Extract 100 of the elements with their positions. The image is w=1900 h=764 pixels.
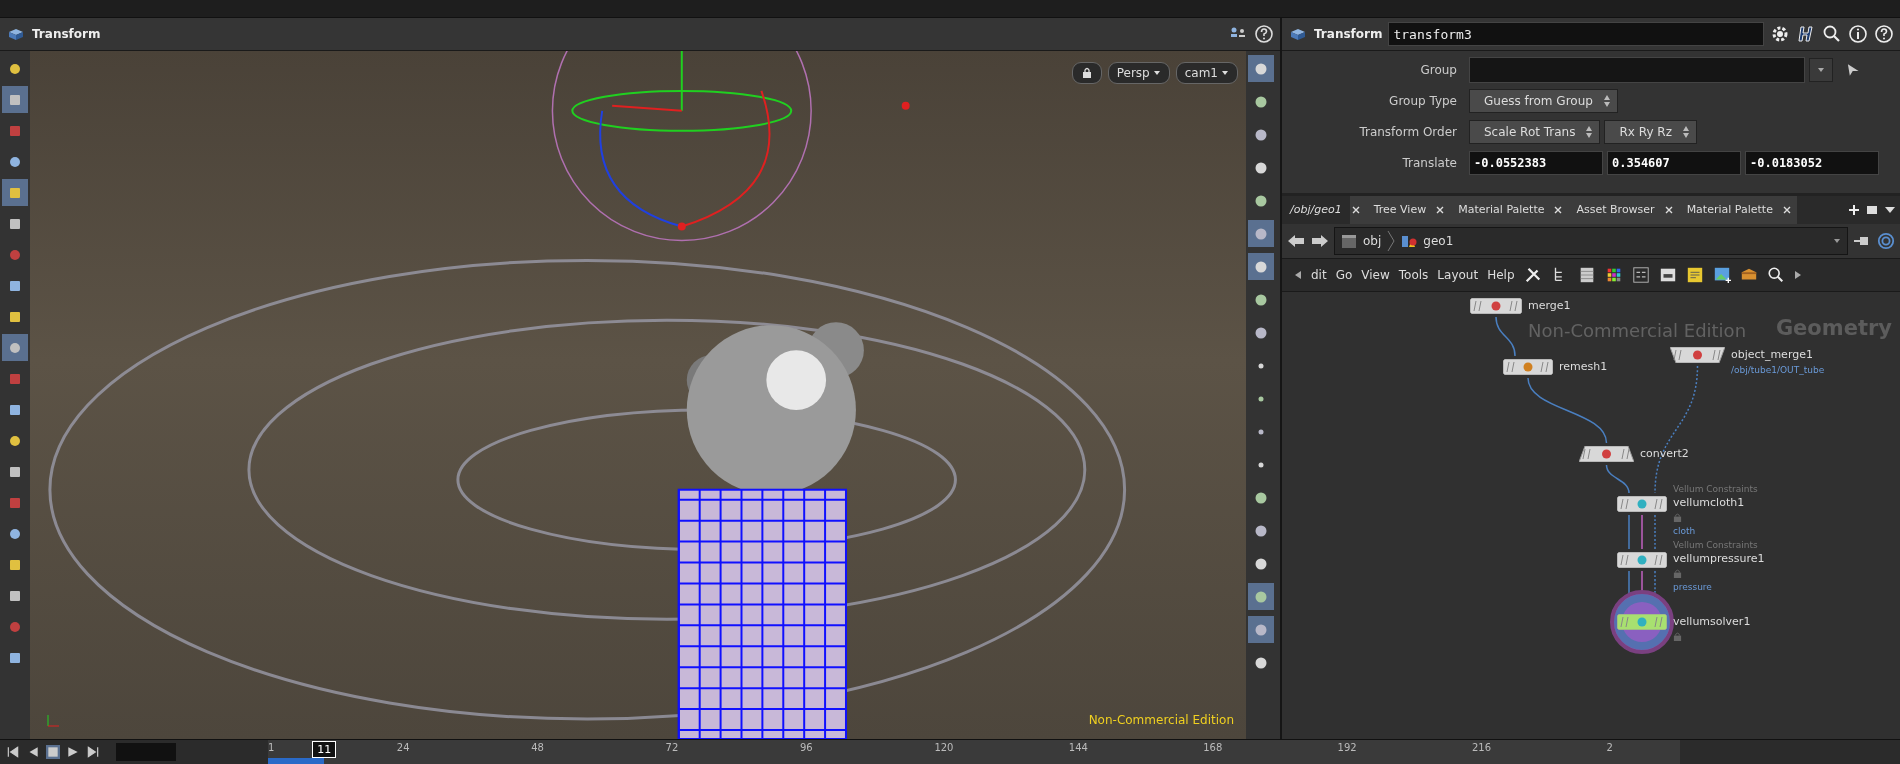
network-node[interactable] — [1503, 359, 1553, 375]
node-note: cloth — [1673, 525, 1696, 538]
number-field[interactable]: 0.354607 — [1607, 151, 1741, 175]
close-icon[interactable] — [1664, 206, 1673, 214]
up-down-arrows-icon — [1682, 125, 1690, 139]
menu-item[interactable]: Help — [1487, 268, 1515, 282]
camera-menu[interactable]: cam1 — [1175, 62, 1238, 84]
node-type-label: Vellum Constraints — [1673, 539, 1758, 551]
skip-start-icon[interactable] — [6, 745, 20, 759]
camera-menu[interactable]: Persp — [1107, 62, 1170, 84]
plus-icon[interactable] — [1848, 204, 1860, 216]
node-note: pressure — [1673, 581, 1712, 594]
watermark-text: Non-Commercial Edition — [1088, 713, 1234, 727]
frame-tick-label: 48 — [531, 742, 544, 753]
viewer-title: Transform — [32, 27, 101, 41]
search-icon[interactable] — [1766, 266, 1785, 284]
back-arrow-icon[interactable] — [1286, 232, 1306, 250]
skip-end-icon[interactable] — [86, 745, 100, 759]
network-node[interactable] — [1617, 496, 1667, 512]
axis-gizmo-icon — [45, 713, 61, 729]
group-field[interactable] — [1469, 57, 1805, 83]
connection-wire — [1495, 316, 1516, 357]
menu-item[interactable]: Layout — [1437, 268, 1479, 282]
up-down-arrows-icon — [1602, 94, 1611, 108]
node-name[interactable]: vellumcloth1 — [1673, 495, 1745, 511]
parameter-label: Group — [1419, 63, 1458, 77]
connection-wire — [1641, 514, 1643, 550]
path-segment[interactable]: obj — [1363, 234, 1382, 248]
network-node[interactable] — [1617, 552, 1667, 568]
current-frame[interactable]: 11 — [312, 741, 337, 758]
frame-tick-label: 120 — [934, 742, 954, 753]
parameter-menu[interactable]: Guess from Group — [1469, 89, 1618, 113]
network-node[interactable] — [1579, 446, 1634, 462]
caret-icon — [1816, 67, 1825, 73]
up-down-arrows-icon — [1585, 125, 1594, 139]
connection-wire — [1654, 514, 1656, 550]
h-logo-icon[interactable] — [1796, 24, 1816, 44]
chevron-icon — [1387, 231, 1396, 251]
path-segment[interactable]: geo1 — [1423, 234, 1454, 248]
frame-tick-label: 192 — [1337, 742, 1357, 753]
search-icon[interactable] — [1822, 24, 1842, 44]
node-name[interactable]: object_merge1 — [1731, 347, 1813, 363]
frame-tick-label: 144 — [1068, 742, 1088, 753]
network-path-bar[interactable]: obj geo1 — [1334, 227, 1848, 255]
close-icon[interactable] — [1554, 206, 1563, 214]
parameter-menu[interactable]: Scale Rot Trans — [1469, 120, 1601, 144]
node-name-field[interactable]: transform3 — [1388, 22, 1764, 46]
pane-tab[interactable]: Material Palette — [1678, 196, 1781, 224]
frame-field[interactable] — [116, 743, 176, 761]
menu-item[interactable]: Go — [1335, 268, 1353, 282]
menu-item[interactable]: dit — [1311, 268, 1327, 282]
scroll-right-icon[interactable] — [1793, 270, 1802, 280]
node-name[interactable]: vellumsolver1 — [1673, 614, 1751, 630]
pane-tab[interactable]: Tree View — [1365, 196, 1435, 224]
info-icon[interactable] — [1848, 24, 1868, 44]
parameter-label: Transform Order — [1358, 125, 1458, 139]
help-icon[interactable] — [1874, 24, 1894, 44]
close-icon[interactable] — [1351, 206, 1360, 214]
shapes-icon — [1401, 233, 1418, 249]
window-icon[interactable] — [1658, 266, 1677, 284]
node-name[interactable]: convert2 — [1640, 446, 1689, 462]
stop-icon[interactable] — [46, 745, 60, 759]
dropdown-button[interactable] — [1808, 58, 1833, 82]
frame-tick-label: 216 — [1472, 742, 1492, 753]
pane-tab[interactable]: Material Palette — [1450, 196, 1553, 224]
close-icon[interactable] — [1436, 206, 1445, 214]
play-icon[interactable] — [66, 745, 80, 759]
connection-wire — [1605, 464, 1630, 494]
network-node[interactable] — [1617, 614, 1667, 630]
network-node[interactable] — [1470, 298, 1522, 314]
network-node[interactable] — [1670, 347, 1725, 363]
clapboard-icon — [1341, 233, 1357, 249]
pane-icon[interactable] — [1866, 204, 1878, 216]
node-type-label: Transform — [1314, 27, 1383, 41]
layout-icon[interactable] — [1631, 266, 1650, 284]
caret-icon[interactable] — [1833, 238, 1841, 244]
node-name[interactable]: remesh1 — [1559, 359, 1608, 375]
frame-tick-label: 96 — [800, 742, 813, 753]
node-name[interactable]: merge1 — [1528, 298, 1571, 314]
number-field[interactable]: -0.0552383 — [1469, 151, 1603, 175]
wrench-icon[interactable] — [1523, 266, 1542, 284]
frame-tick-label: 72 — [665, 742, 679, 753]
image-add-icon[interactable] — [1712, 266, 1731, 284]
node-name[interactable]: vellumpressure1 — [1673, 551, 1765, 567]
scroll-left-icon[interactable] — [1294, 270, 1302, 280]
lock-button[interactable] — [1071, 62, 1102, 84]
forward-arrow-icon[interactable] — [1310, 232, 1330, 250]
menu-item[interactable]: View — [1361, 268, 1390, 282]
timeline-ruler[interactable]: 1 11 24 48 72 96 120 144 168 192 216 2 — [268, 740, 1680, 764]
number-field[interactable]: -0.0183052 — [1745, 151, 1879, 175]
help-icon[interactable] — [1254, 24, 1274, 44]
caret-icon — [1152, 70, 1161, 76]
menu-item[interactable]: Tools — [1398, 268, 1429, 282]
node-note: /obj/tube1/OUT_tube — [1731, 364, 1825, 377]
close-icon[interactable] — [1782, 206, 1791, 214]
frame-tick-label: 1 — [268, 742, 275, 753]
pane-tab[interactable]: Asset Browser — [1568, 196, 1663, 224]
parameter-menu[interactable]: Rx Ry Rz — [1604, 120, 1697, 144]
sticky-note-icon[interactable] — [1685, 266, 1704, 284]
node-type-label: Vellum Constraints — [1673, 483, 1758, 495]
